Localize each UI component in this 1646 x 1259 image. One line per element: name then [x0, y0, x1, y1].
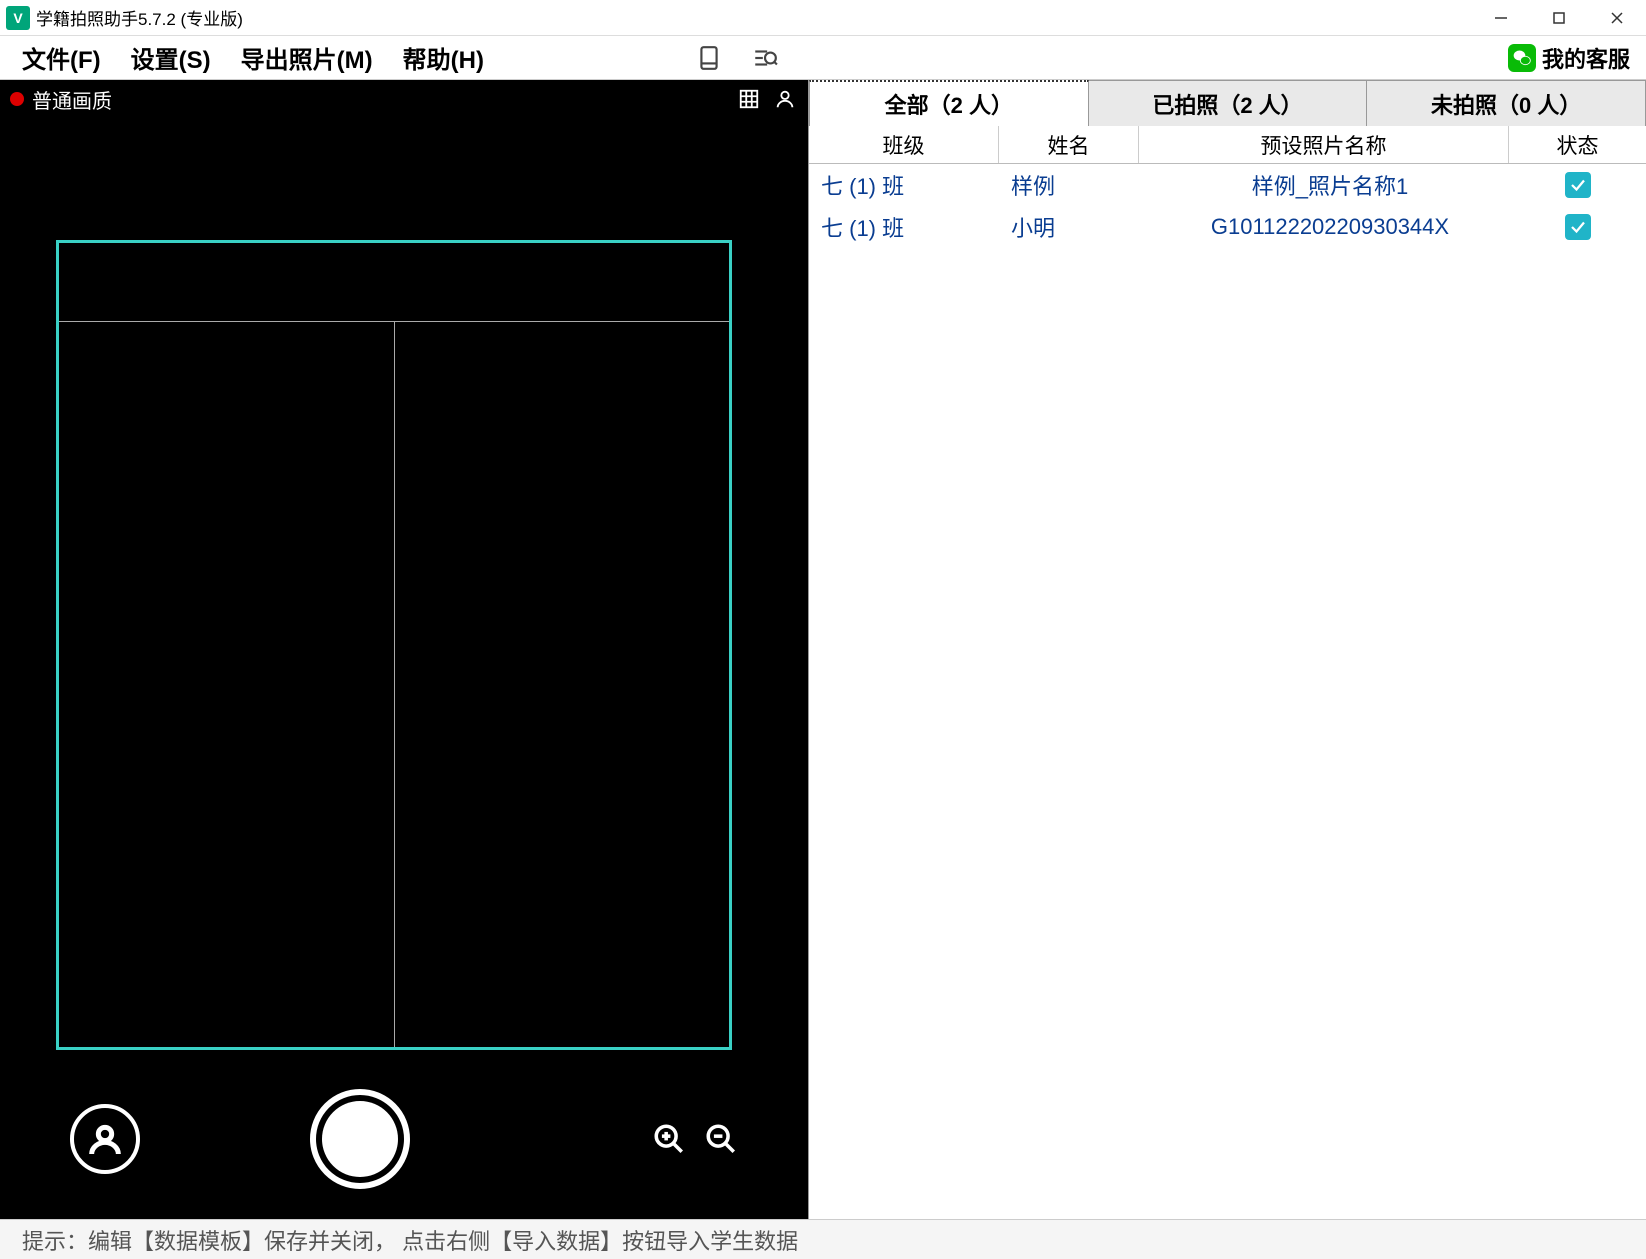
- zoom-out-button[interactable]: [704, 1122, 738, 1156]
- viewfinder: [56, 240, 732, 1050]
- wechat-icon[interactable]: [1508, 44, 1536, 72]
- th-status[interactable]: 状态: [1509, 126, 1646, 163]
- close-button[interactable]: [1588, 0, 1646, 36]
- menu-file[interactable]: 文件(F): [22, 40, 101, 75]
- th-class[interactable]: 班级: [809, 126, 999, 163]
- status-text: 提示：编辑【数据模板】保存并关闭， 点击右侧【导入数据】按钮导入学生数据: [22, 1224, 798, 1256]
- table-row[interactable]: 七 (1) 班样例样例_照片名称1: [809, 164, 1646, 206]
- cell-class: 七 (1) 班: [809, 169, 999, 201]
- quality-label: 普通画质: [32, 85, 112, 114]
- tab-all[interactable]: 全部（2 人）: [809, 80, 1089, 126]
- cell-preset: 样例_照片名称1: [1139, 169, 1509, 201]
- camera-pane: 普通画质: [0, 80, 808, 1219]
- app-icon: V: [6, 6, 30, 30]
- minimize-button[interactable]: [1472, 0, 1530, 36]
- filter-search-icon[interactable]: [750, 43, 780, 73]
- shutter-button[interactable]: [310, 1089, 410, 1189]
- cell-status: [1509, 214, 1646, 240]
- menu-settings[interactable]: 设置(S): [131, 40, 211, 75]
- cell-name: 小明: [999, 211, 1139, 243]
- support-link[interactable]: 我的客服: [1542, 42, 1630, 74]
- profile-button[interactable]: [70, 1104, 140, 1174]
- table-row[interactable]: 七 (1) 班小明G10112220220930344X: [809, 206, 1646, 248]
- table-body: 七 (1) 班样例样例_照片名称1七 (1) 班小明G1011222022093…: [809, 164, 1646, 248]
- table-header: 班级 姓名 预设照片名称 状态: [809, 126, 1646, 164]
- th-name[interactable]: 姓名: [999, 126, 1139, 163]
- cell-class: 七 (1) 班: [809, 211, 999, 243]
- cell-preset: G10112220220930344X: [1139, 214, 1509, 240]
- cell-status: [1509, 172, 1646, 198]
- statusbar: 提示：编辑【数据模板】保存并关闭， 点击右侧【导入数据】按钮导入学生数据: [0, 1219, 1646, 1259]
- grid-icon[interactable]: [736, 86, 762, 112]
- tab-nottaken[interactable]: 未拍照（0 人）: [1367, 80, 1646, 126]
- guide-vertical: [394, 321, 395, 1047]
- shutter-inner: [322, 1101, 398, 1177]
- menu-help[interactable]: 帮助(H): [403, 40, 484, 75]
- menu-export[interactable]: 导出照片(M): [241, 40, 373, 75]
- menubar: 文件(F) 设置(S) 导出照片(M) 帮助(H) 我的客服: [0, 36, 1646, 80]
- cell-name: 样例: [999, 169, 1139, 201]
- data-pane: 全部（2 人） 已拍照（2 人） 未拍照（0 人） 班级 姓名 预设照片名称 状…: [808, 80, 1646, 1219]
- zoom-in-button[interactable]: [652, 1122, 686, 1156]
- record-indicator-icon: [10, 92, 24, 106]
- window-title: 学籍拍照助手5.7.2 (专业版): [36, 5, 1472, 30]
- tab-taken[interactable]: 已拍照（2 人）: [1089, 80, 1368, 126]
- device-icon[interactable]: [694, 43, 724, 73]
- th-preset[interactable]: 预设照片名称: [1139, 126, 1509, 163]
- maximize-button[interactable]: [1530, 0, 1588, 36]
- check-icon: [1565, 172, 1591, 198]
- check-icon: [1565, 214, 1591, 240]
- titlebar: V 学籍拍照助手5.7.2 (专业版): [0, 0, 1646, 36]
- person-silhouette-icon[interactable]: [772, 86, 798, 112]
